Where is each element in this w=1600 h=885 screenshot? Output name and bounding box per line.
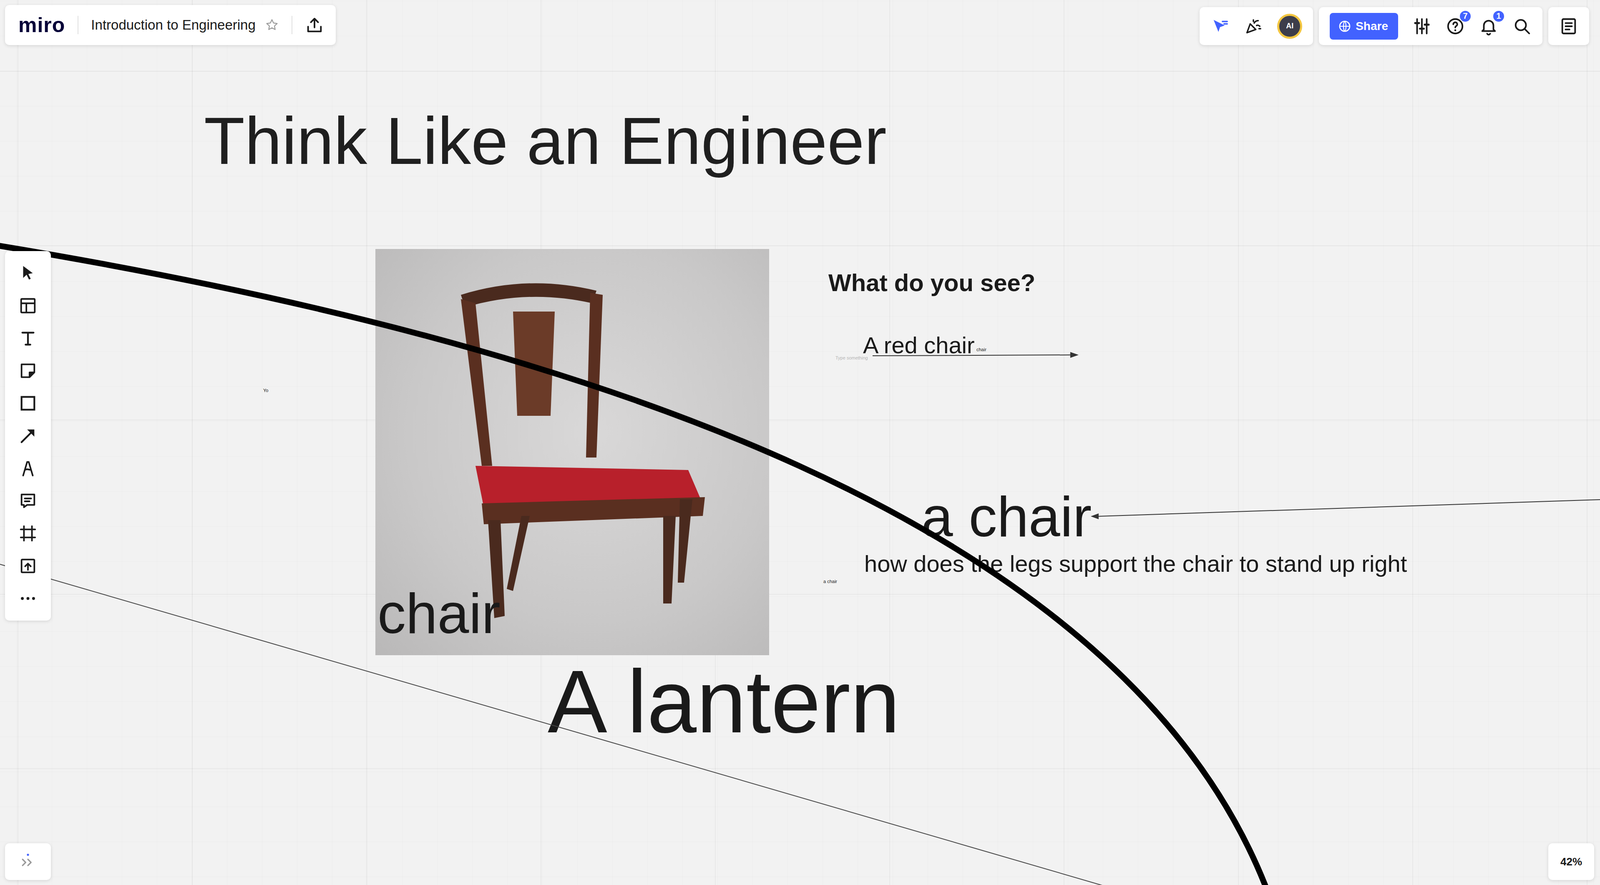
- expand-panel[interactable]: [5, 843, 51, 881]
- share-label: Share: [1355, 19, 1389, 33]
- zoom-level: 42%: [1560, 855, 1583, 869]
- lantern-text[interactable]: A lantern: [547, 648, 901, 756]
- answer-tag[interactable]: chair: [976, 347, 987, 353]
- sticky-note-icon[interactable]: [18, 361, 38, 381]
- select-icon[interactable]: [18, 263, 38, 283]
- text-tool-icon[interactable]: [18, 328, 38, 348]
- settings-icon[interactable]: [1412, 16, 1432, 36]
- board-actions: Share 7 1: [1318, 7, 1543, 46]
- zoom-indicator[interactable]: 42%: [1548, 843, 1595, 881]
- stray-note[interactable]: Yo: [263, 387, 269, 394]
- placeholder-text[interactable]: Type something: [835, 355, 868, 361]
- celebrate-icon[interactable]: [1243, 16, 1263, 36]
- divider: [291, 15, 293, 35]
- templates-icon[interactable]: [18, 296, 38, 316]
- image-label[interactable]: chair: [377, 579, 501, 648]
- big-answer-text[interactable]: a chair: [921, 483, 1092, 551]
- search-icon[interactable]: [1512, 16, 1532, 36]
- shape-icon[interactable]: [18, 393, 38, 413]
- help-badge: 7: [1459, 10, 1472, 23]
- notes-icon[interactable]: [1559, 16, 1579, 36]
- board-heading[interactable]: Think Like an Engineer: [203, 104, 887, 178]
- divider: [77, 15, 79, 35]
- small-note[interactable]: a chair: [823, 578, 838, 585]
- notes-panel: [1548, 7, 1590, 46]
- share-button[interactable]: Share: [1329, 12, 1399, 40]
- top-right-toolbar: AI Share 7 1: [1199, 7, 1590, 46]
- thin-line[interactable]: [0, 564, 1113, 885]
- collaboration-tools: AI: [1199, 7, 1314, 46]
- upload-icon[interactable]: [18, 556, 38, 576]
- arrow-connector[interactable]: [1090, 499, 1600, 520]
- board-header: miro Introduction to Engineering: [5, 5, 336, 46]
- arrow-tool-icon[interactable]: [18, 426, 38, 446]
- miro-logo[interactable]: miro: [18, 12, 66, 38]
- drawing-layer: [0, 0, 1600, 885]
- help-button[interactable]: 7: [1445, 16, 1465, 36]
- question-text[interactable]: how does the legs support the chair to s…: [864, 549, 1407, 578]
- board-canvas[interactable]: Think Like an Engineer What do you see? …: [0, 0, 1600, 885]
- export-icon[interactable]: [304, 15, 325, 35]
- avatar-initials: AI: [1285, 21, 1294, 31]
- notifications-badge: 1: [1492, 10, 1505, 23]
- cursor-filter-icon[interactable]: [1210, 16, 1230, 36]
- comment-icon[interactable]: [18, 491, 38, 511]
- more-tools-icon[interactable]: [18, 588, 38, 609]
- notifications-button[interactable]: 1: [1479, 16, 1499, 36]
- pen-icon[interactable]: [18, 458, 38, 478]
- prompt-text[interactable]: What do you see?: [828, 268, 1036, 298]
- star-icon[interactable]: [264, 17, 280, 33]
- board-title[interactable]: Introduction to Engineering: [90, 17, 256, 33]
- arrow-connector[interactable]: [872, 352, 1079, 358]
- answer-text[interactable]: A red chair: [862, 331, 975, 360]
- expand-icon: [18, 852, 38, 871]
- frame-icon[interactable]: [18, 523, 38, 544]
- user-avatar[interactable]: AI: [1277, 13, 1303, 39]
- tool-bar: [5, 251, 51, 621]
- pen-stroke[interactable]: [0, 245, 1268, 885]
- globe-icon: [1338, 19, 1352, 33]
